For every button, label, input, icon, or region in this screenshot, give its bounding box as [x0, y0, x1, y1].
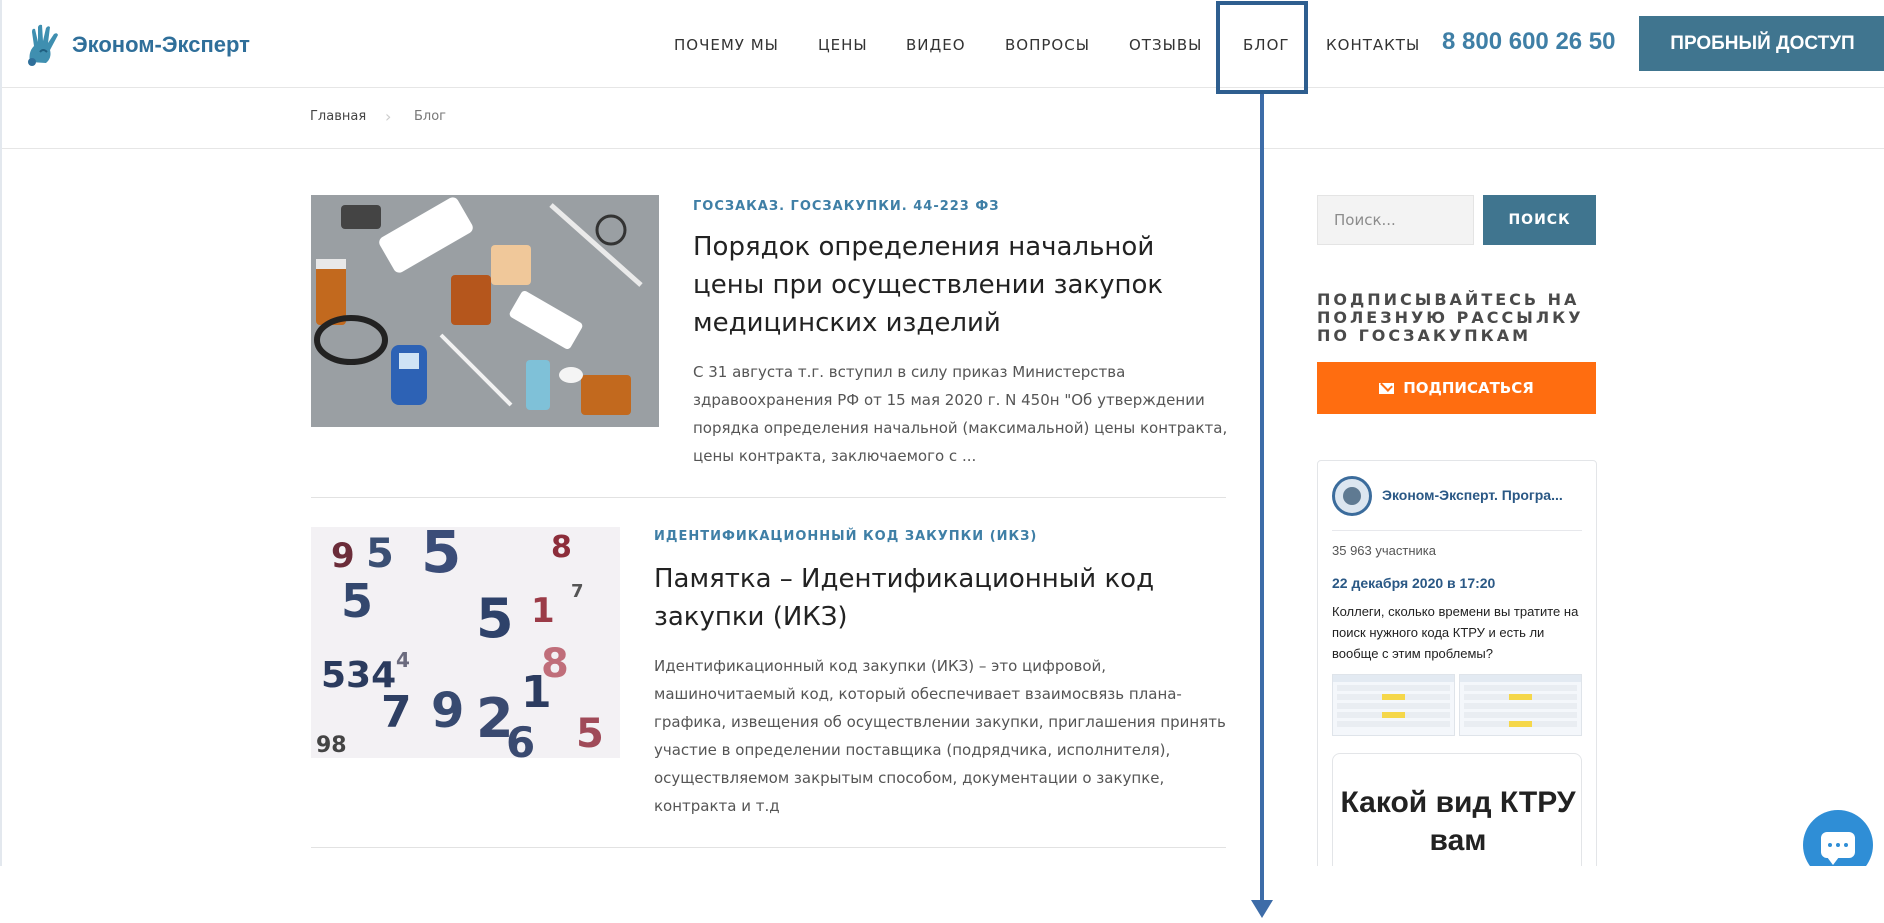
svg-text:5: 5: [421, 527, 461, 586]
article-1-category[interactable]: ГОСЗАКАЗ. ГОСЗАКУПКИ. 44-223 ФЗ: [693, 199, 1000, 214]
vk-poll-question: Какой вид КТРУ вам: [1340, 786, 1576, 857]
vk-post-screenshot[interactable]: [1459, 674, 1582, 736]
nav-video[interactable]: ВИДЕО: [906, 36, 966, 54]
svg-text:1: 1: [531, 591, 555, 631]
page: Эконом-Эксперт ПОЧЕМУ МЫ ЦЕНЫ ВИДЕО ВОПР…: [0, 0, 1884, 923]
annotation-arrow-head: [1251, 900, 1273, 918]
svg-text:9: 9: [431, 683, 464, 739]
article-1-excerpt: С 31 августа т.г. вступил в силу приказ …: [693, 363, 1228, 465]
trial-access-button[interactable]: ПРОБНЫЙ ДОСТУП: [1639, 16, 1884, 71]
chat-button[interactable]: [1803, 810, 1873, 866]
svg-text:5: 5: [476, 587, 514, 650]
vk-group-name[interactable]: Эконом-Эксперт. Програ...: [1382, 487, 1563, 503]
vk-members-count: 35 963 участника: [1332, 543, 1436, 558]
breadcrumb-home[interactable]: Главная: [310, 109, 366, 124]
vk-widget: Эконом-Эксперт. Програ... 35 963 участни…: [1317, 460, 1597, 866]
vk-poll-card[interactable]: Какой вид КТРУ вам: [1332, 753, 1582, 866]
svg-text:4: 4: [396, 648, 410, 672]
article-2-excerpt: Идентификационный код закупки (ИКЗ) – эт…: [654, 657, 1226, 815]
nav-contacts[interactable]: КОНТАКТЫ: [1326, 36, 1420, 54]
vk-divider: [1332, 530, 1582, 531]
subscribe-button[interactable]: ПОДПИСАТЬСЯ: [1317, 362, 1596, 414]
subscribe-heading: ПОДПИСЫВАЙТЕСЬ НА ПОЛЕЗНУЮ РАССЫЛКУ ПО Г…: [1317, 290, 1584, 345]
breadcrumb-current: Блог: [414, 109, 447, 124]
vk-post-text: Коллеги, сколько времени вы тратите на п…: [1332, 604, 1579, 661]
breadcrumb: Главная › Блог: [2, 89, 1884, 149]
article-2-category[interactable]: ИДЕНТИФИКАЦИОННЫЙ КОД ЗАКУПКИ (ИКЗ): [654, 529, 1037, 544]
svg-text:7: 7: [381, 687, 412, 738]
article-divider: [311, 847, 1226, 848]
medical-supplies-image: [311, 195, 659, 427]
svg-text:8: 8: [551, 530, 572, 565]
svg-text:1: 1: [521, 667, 552, 718]
article-2-image[interactable]: 9 5 5 8 5 1 5 534 8 7 9 2 6 1 98 5 4 7: [311, 527, 620, 758]
site-header: Эконом-Эксперт ПОЧЕМУ МЫ ЦЕНЫ ВИДЕО ВОПР…: [2, 0, 1884, 88]
svg-text:98: 98: [316, 733, 347, 758]
search-input[interactable]: [1317, 195, 1474, 245]
vk-post-date[interactable]: 22 декабря 2020 в 17:20: [1332, 575, 1495, 591]
breadcrumb-chevron-icon: ›: [385, 107, 392, 126]
vk-avatar[interactable]: [1332, 476, 1372, 516]
logo-hand-icon: [28, 24, 58, 66]
svg-text:5: 5: [576, 711, 604, 757]
nav-prices[interactable]: ЦЕНЫ: [818, 36, 868, 54]
article-1-image[interactable]: [311, 195, 659, 427]
nav-questions[interactable]: ВОПРОСЫ: [1005, 36, 1090, 54]
svg-text:5: 5: [341, 574, 373, 628]
subscribe-button-label: ПОДПИСАТЬСЯ: [1403, 379, 1534, 397]
vk-post-screenshot[interactable]: [1332, 674, 1455, 736]
search-button[interactable]: ПОИСК: [1483, 195, 1596, 245]
nav-why-us[interactable]: ПОЧЕМУ МЫ: [674, 36, 779, 54]
logo[interactable]: Эконом-Эксперт: [20, 22, 250, 68]
article-1-title[interactable]: Порядок определения начальной цены при о…: [693, 228, 1233, 342]
phone-number[interactable]: 8 800 600 26 50: [1442, 28, 1616, 56]
nav-reviews[interactable]: ОТЗЫВЫ: [1129, 36, 1202, 54]
annotation-arrow: [1260, 94, 1264, 904]
svg-text:7: 7: [571, 581, 584, 602]
logo-text: Эконом-Эксперт: [72, 32, 250, 57]
chat-icon: [1821, 832, 1855, 865]
svg-text:9: 9: [331, 536, 355, 576]
article-2-title[interactable]: Памятка – Идентификационный код закупки …: [654, 560, 1224, 636]
annotation-highlight-box: [1216, 1, 1308, 94]
website: Эконом-Эксперт ПОЧЕМУ МЫ ЦЕНЫ ВИДЕО ВОПР…: [0, 0, 1884, 866]
digits-image: 9 5 5 8 5 1 5 534 8 7 9 2 6 1 98 5 4 7: [311, 527, 620, 758]
mail-icon: [1379, 382, 1395, 394]
svg-text:5: 5: [366, 531, 394, 577]
svg-text:6: 6: [506, 718, 535, 758]
article-divider: [311, 497, 1226, 498]
